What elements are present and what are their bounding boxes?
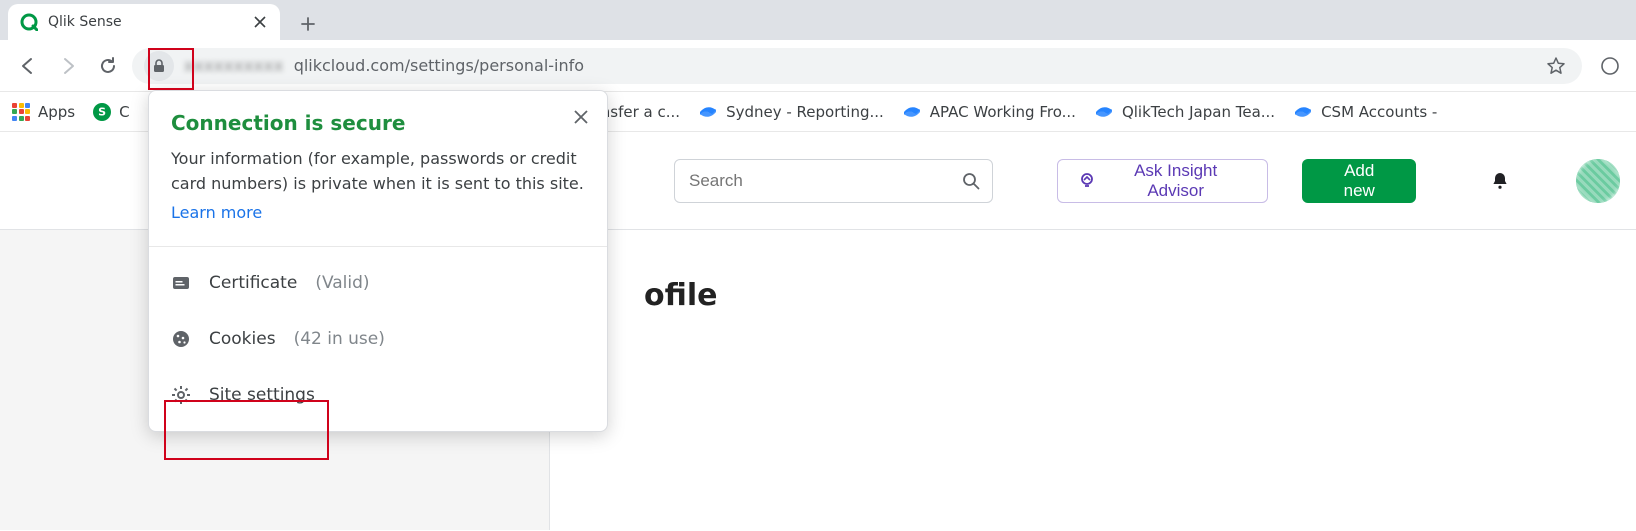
address-bar[interactable]: xxxxxxxxxx qlikcloud.com/settings/person… [132, 48, 1582, 84]
nav-back-button[interactable] [12, 50, 44, 82]
close-popover-icon[interactable] [569, 105, 593, 129]
popover-description: Your information (for example, passwords… [171, 147, 585, 197]
browser-tab-title: Qlik Sense [48, 14, 122, 30]
browser-toolbar: xxxxxxxxxx qlikcloud.com/settings/person… [0, 40, 1636, 92]
qlik-favicon [20, 13, 38, 31]
popover-row-site-settings[interactable]: Site settings [149, 367, 607, 423]
popover-row-cookies[interactable]: Cookies (42 in use) [149, 311, 607, 367]
gear-icon [171, 385, 191, 405]
popover-row-certificate[interactable]: Certificate (Valid) [149, 255, 607, 311]
apps-shortcut[interactable]: Apps [12, 103, 75, 121]
notifications-bell-icon[interactable] [1488, 169, 1512, 193]
bookmark-label-sydney: Sydney - Reporting... [726, 103, 884, 121]
bookmark-item-csm[interactable]: CSM Accounts - [1293, 102, 1437, 122]
nav-reload-button[interactable] [92, 50, 124, 82]
extensions-icon[interactable] [1596, 52, 1624, 80]
bookmark-star-icon[interactable] [1542, 52, 1570, 80]
browser-tabstrip: Qlik Sense [0, 0, 1636, 40]
popover-options: Certificate (Valid) Cookies (42 in use) … [149, 246, 607, 431]
cookies-label: Cookies [209, 329, 276, 349]
site-settings-label: Site settings [209, 385, 315, 405]
confluence-icon [902, 102, 922, 122]
cookies-count: (42 in use) [294, 329, 385, 349]
ask-insight-advisor-button[interactable]: Ask Insight Advisor [1057, 159, 1268, 203]
app-search-input[interactable] [687, 170, 952, 192]
site-info-lock-button[interactable] [144, 51, 174, 81]
certificate-state: (Valid) [315, 273, 369, 293]
bookmark-label-apac: APAC Working Fro... [930, 103, 1076, 121]
popover-title: Connection is secure [171, 111, 585, 135]
page-title-clipped: ofile [590, 278, 1596, 313]
certificate-label: Certificate [209, 273, 297, 293]
url-obscured-part: xxxxxxxxxx [184, 56, 284, 75]
user-avatar[interactable] [1576, 159, 1620, 203]
learn-more-link[interactable]: Learn more [171, 203, 262, 222]
bookmark-label-1: C [119, 103, 129, 121]
bookmark-item-1[interactable]: C [93, 103, 129, 121]
confluence-icon [1293, 102, 1313, 122]
certificate-icon [171, 273, 191, 293]
cookie-icon [171, 329, 191, 349]
nav-forward-button [52, 50, 84, 82]
confluence-icon [1094, 102, 1114, 122]
bookmark-item-sydney[interactable]: Sydney - Reporting... [698, 102, 884, 122]
lightbulb-icon [1078, 172, 1096, 190]
bookmark-label-csm: CSM Accounts - [1321, 103, 1437, 121]
bookmark-item-qliktech[interactable]: QlikTech Japan Tea... [1094, 102, 1275, 122]
bookmark-item-apac[interactable]: APAC Working Fro... [902, 102, 1076, 122]
browser-tab-active[interactable]: Qlik Sense [8, 4, 280, 40]
apps-label: Apps [38, 103, 75, 121]
ask-insight-label: Ask Insight Advisor [1104, 161, 1247, 201]
app-search-box[interactable] [674, 159, 993, 203]
site-info-popover: Connection is secure Your information (f… [148, 90, 608, 432]
close-tab-icon[interactable] [250, 12, 270, 32]
add-new-label: Add new [1344, 161, 1375, 200]
bookmark-label-qliktech: QlikTech Japan Tea... [1122, 103, 1275, 121]
main-panel: ofile [550, 230, 1636, 530]
add-new-button[interactable]: Add new [1302, 159, 1416, 203]
new-tab-button[interactable] [292, 8, 324, 40]
url-visible-part: qlikcloud.com/settings/personal-info [294, 56, 584, 75]
search-icon [962, 172, 980, 190]
bookmark-favicon-1 [93, 103, 111, 121]
confluence-icon [698, 102, 718, 122]
apps-grid-icon [12, 103, 30, 121]
